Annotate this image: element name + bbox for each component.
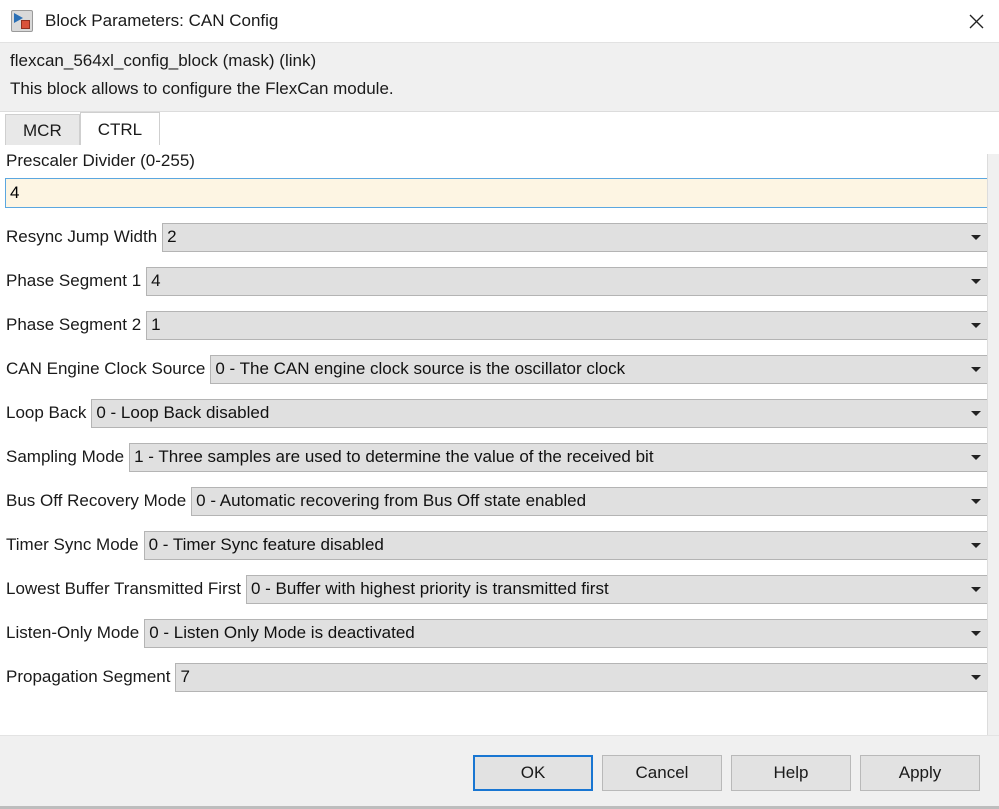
prescaler-divider-input[interactable] [5, 178, 988, 208]
row-resync-jump-width: Resync Jump Width 2 [5, 222, 988, 252]
title-bar: Block Parameters: CAN Config [0, 0, 999, 42]
help-button[interactable]: Help [731, 755, 851, 791]
cancel-button[interactable]: Cancel [602, 755, 722, 791]
dropdown-bus-off-recovery-mode[interactable]: 0 - Automatic recovering from Bus Off st… [191, 487, 988, 516]
prescaler-divider-field: Prescaler Divider (0-255) [5, 148, 988, 208]
row-timer-sync-mode: Timer Sync Mode 0 - Timer Sync feature d… [5, 530, 988, 560]
dropdown-value: 0 - Listen Only Mode is deactivated [145, 623, 415, 643]
label-timer-sync-mode: Timer Sync Mode [5, 530, 144, 560]
row-listen-only-mode: Listen-Only Mode 0 - Listen Only Mode is… [5, 618, 988, 648]
tab-strip: MCR CTRL [0, 112, 999, 145]
dropdown-phase-segment-1[interactable]: 4 [146, 267, 988, 296]
label-lowest-buffer-transmitted-first: Lowest Buffer Transmitted First [5, 574, 246, 604]
row-can-engine-clock-source: CAN Engine Clock Source 0 - The CAN engi… [5, 354, 988, 384]
dropdown-listen-only-mode[interactable]: 0 - Listen Only Mode is deactivated [144, 619, 988, 648]
dropdown-value: 2 [163, 227, 176, 247]
block-description-text: This block allows to configure the FlexC… [10, 75, 989, 103]
label-sampling-mode: Sampling Mode [5, 442, 129, 472]
row-propagation-segment: Propagation Segment 7 [5, 662, 988, 692]
row-phase-segment-2: Phase Segment 2 1 [5, 310, 988, 340]
ok-button[interactable]: OK [473, 755, 593, 791]
dropdown-sampling-mode[interactable]: 1 - Three samples are used to determine … [129, 443, 988, 472]
simulink-block-icon [11, 10, 33, 32]
chevron-down-icon [971, 499, 981, 504]
apply-button[interactable]: Apply [860, 755, 980, 791]
block-parameters-dialog: Block Parameters: CAN Config flexcan_564… [0, 0, 999, 809]
close-icon [968, 13, 985, 30]
row-sampling-mode: Sampling Mode 1 - Three samples are used… [5, 442, 988, 472]
tab-mcr[interactable]: MCR [5, 114, 80, 145]
prescaler-divider-label: Prescaler Divider (0-255) [5, 148, 988, 173]
chevron-down-icon [971, 323, 981, 328]
chevron-down-icon [971, 367, 981, 372]
dropdown-resync-jump-width[interactable]: 2 [162, 223, 988, 252]
row-bus-off-recovery-mode: Bus Off Recovery Mode 0 - Automatic reco… [5, 486, 988, 516]
label-propagation-segment: Propagation Segment [5, 662, 175, 692]
chevron-down-icon [971, 587, 981, 592]
dropdown-value: 0 - Buffer with highest priority is tran… [247, 579, 609, 599]
chevron-down-icon [971, 279, 981, 284]
dialog-button-bar: OK Cancel Help Apply [0, 735, 999, 809]
block-mask-name: flexcan_564xl_config_block (mask) (link) [10, 47, 989, 75]
dropdown-value: 0 - Loop Back disabled [92, 403, 269, 423]
dropdown-value: 0 - Timer Sync feature disabled [145, 535, 384, 555]
label-phase-segment-1: Phase Segment 1 [5, 266, 146, 296]
chevron-down-icon [971, 455, 981, 460]
square-shape [21, 20, 30, 29]
dropdown-value: 4 [147, 271, 160, 291]
block-description-panel: flexcan_564xl_config_block (mask) (link)… [0, 42, 999, 112]
dropdown-timer-sync-mode[interactable]: 0 - Timer Sync feature disabled [144, 531, 988, 560]
dialog-content: MCR CTRL Prescaler Divider (0-255) Resyn… [0, 112, 999, 735]
tab-ctrl[interactable]: CTRL [80, 112, 160, 145]
chevron-down-icon [971, 235, 981, 240]
label-phase-segment-2: Phase Segment 2 [5, 310, 146, 340]
chevron-down-icon [971, 631, 981, 636]
dropdown-can-engine-clock-source[interactable]: 0 - The CAN engine clock source is the o… [210, 355, 988, 384]
parameter-form: Prescaler Divider (0-255) Resync Jump Wi… [0, 145, 999, 735]
label-listen-only-mode: Listen-Only Mode [5, 618, 144, 648]
label-bus-off-recovery-mode: Bus Off Recovery Mode [5, 486, 191, 516]
dropdown-loop-back[interactable]: 0 - Loop Back disabled [91, 399, 988, 428]
dropdown-value: 0 - The CAN engine clock source is the o… [211, 359, 625, 379]
row-lowest-buffer-transmitted-first: Lowest Buffer Transmitted First 0 - Buff… [5, 574, 988, 604]
close-button[interactable] [953, 0, 999, 42]
label-loop-back: Loop Back [5, 398, 91, 428]
chevron-down-icon [971, 675, 981, 680]
label-can-engine-clock-source: CAN Engine Clock Source [5, 354, 210, 384]
chevron-down-icon [971, 411, 981, 416]
row-phase-segment-1: Phase Segment 1 4 [5, 266, 988, 296]
dropdown-value: 0 - Automatic recovering from Bus Off st… [192, 491, 586, 511]
window-title: Block Parameters: CAN Config [45, 11, 278, 31]
dropdown-phase-segment-2[interactable]: 1 [146, 311, 988, 340]
label-resync-jump-width: Resync Jump Width [5, 222, 162, 252]
dropdown-value: 1 - Three samples are used to determine … [130, 447, 653, 467]
chevron-down-icon [971, 543, 981, 548]
row-loop-back: Loop Back 0 - Loop Back disabled [5, 398, 988, 428]
dropdown-propagation-segment[interactable]: 7 [175, 663, 988, 692]
dropdown-value: 7 [176, 667, 189, 687]
dropdown-lowest-buffer-transmitted-first[interactable]: 0 - Buffer with highest priority is tran… [246, 575, 988, 604]
dropdown-value: 1 [147, 315, 160, 335]
